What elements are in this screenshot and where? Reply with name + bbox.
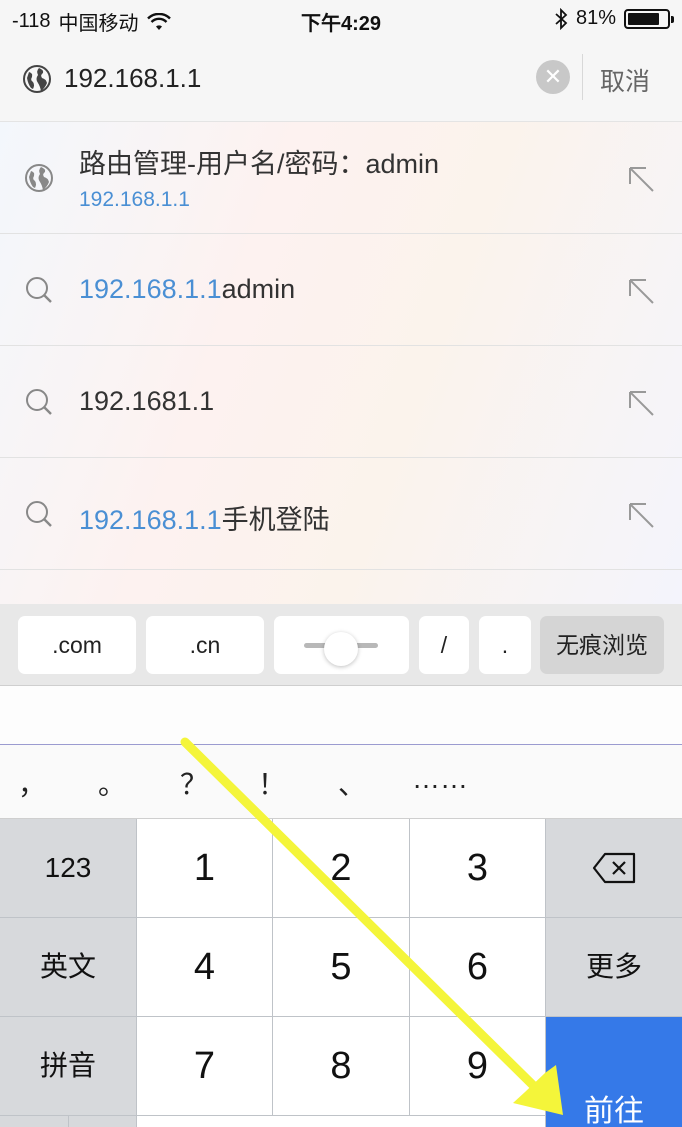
fill-in-arrow-icon[interactable] <box>626 500 656 530</box>
battery-icon <box>624 8 674 29</box>
question-key[interactable]: ？ <box>180 763 208 803</box>
suggestion-item[interactable]: 192.168.1.1admin <box>0 234 682 346</box>
digit-key[interactable]: 6 <box>410 918 545 1016</box>
cursor-slider[interactable] <box>274 616 409 674</box>
suggestion-url: 192.168.1.1 <box>79 188 190 211</box>
suggestion-query: 192.168.1.1admin <box>79 274 295 305</box>
keyboard: 123 1 2 3 英文 4 5 6 更多 拼音 7 8 9 前往 <box>0 819 682 1127</box>
digit-key[interactable]: 2 <box>273 819 409 917</box>
punctuation-row: ， 。 ？ ！ 、 …… <box>0 745 682 819</box>
search-icon <box>26 277 52 303</box>
suggestion-rest: 192.1681.1 <box>79 386 215 416</box>
suggestion-rest: 手机登陆 <box>221 505 330 535</box>
clear-input-button[interactable]: ✕ <box>536 60 570 94</box>
backspace-icon <box>592 852 636 884</box>
suggestion-rest: admin <box>221 274 296 304</box>
dot-key[interactable]: . <box>479 616 531 674</box>
fill-in-arrow-icon[interactable] <box>626 388 656 418</box>
suggestion-item[interactable]: 192.1681.1 <box>0 346 682 458</box>
address-divider <box>582 54 583 100</box>
globe-icon <box>25 164 53 192</box>
pinyin-key[interactable]: 拼音 <box>0 1017 136 1115</box>
suggestion-list: 路由管理-用户名/密码：admin 192.168.1.1 192.168.1.… <box>0 122 682 604</box>
comma-key[interactable]: ， <box>18 763 46 803</box>
suggestion-query: 192.168.1.1手机登陆 <box>79 498 330 537</box>
digit-key[interactable]: 4 <box>137 918 272 1016</box>
quick-input-bar: .com .cn / . 无痕浏览 <box>0 604 682 686</box>
digit-key[interactable]: 7 <box>137 1017 272 1115</box>
digit-key[interactable]: 9 <box>410 1017 545 1115</box>
slash-key[interactable]: / <box>419 616 469 674</box>
suggestion-item[interactable]: 路由管理-用户名/密码：admin 192.168.1.1 <box>0 122 682 234</box>
num-toggle-key[interactable]: 123 <box>0 819 136 917</box>
go-button[interactable]: 前往 <box>546 1017 682 1127</box>
suggestion-highlight: 192.168.1.1 <box>79 274 222 304</box>
suggestion-query: 192.1681.1 <box>79 386 214 417</box>
fill-in-arrow-icon[interactable] <box>626 276 656 306</box>
status-right: 81% <box>554 7 674 30</box>
slider-knob[interactable] <box>324 632 358 666</box>
search-icon <box>26 389 52 415</box>
mic-key[interactable] <box>69 1116 136 1127</box>
dot-com-key[interactable]: .com <box>18 616 136 674</box>
dot-cn-key[interactable]: .cn <box>146 616 264 674</box>
enumeration-comma-key[interactable]: 、 <box>338 763 366 803</box>
incognito-button[interactable]: 无痕浏览 <box>540 616 664 674</box>
bluetooth-icon <box>555 7 568 30</box>
battery-fill <box>628 12 659 25</box>
globe-icon <box>23 65 51 93</box>
space-key[interactable] <box>137 1116 545 1127</box>
ellipsis-key[interactable]: …… <box>412 763 468 795</box>
suggestion-title: 路由管理-用户名/密码：admin <box>79 149 440 179</box>
english-key[interactable]: 英文 <box>0 918 136 1016</box>
period-key[interactable]: 。 <box>98 763 126 803</box>
exclamation-key[interactable]: ！ <box>258 763 286 803</box>
suggestion-item[interactable]: 192.168.1.1手机登陆 <box>0 458 682 570</box>
status-bar: -118 中国移动 下午4:29 81% <box>0 0 682 38</box>
keyboard-candidate-strip <box>0 686 682 744</box>
suggestion-highlight: 192.168.1.1 <box>79 505 222 535</box>
more-key[interactable]: 更多 <box>546 918 682 1016</box>
battery-percent: 81% <box>575 7 616 29</box>
search-icon <box>26 501 52 527</box>
digit-key[interactable]: 5 <box>273 918 409 1016</box>
fill-in-arrow-icon[interactable] <box>626 164 656 194</box>
url-input[interactable] <box>64 58 524 98</box>
backspace-key[interactable] <box>546 819 682 917</box>
emoji-key[interactable] <box>0 1116 68 1127</box>
digit-key[interactable]: 3 <box>410 819 545 917</box>
digit-key[interactable]: 1 <box>137 819 272 917</box>
digit-key[interactable]: 8 <box>273 1017 409 1115</box>
address-bar: ✕ 取消 <box>0 38 682 122</box>
cancel-button[interactable]: 取消 <box>600 62 650 98</box>
